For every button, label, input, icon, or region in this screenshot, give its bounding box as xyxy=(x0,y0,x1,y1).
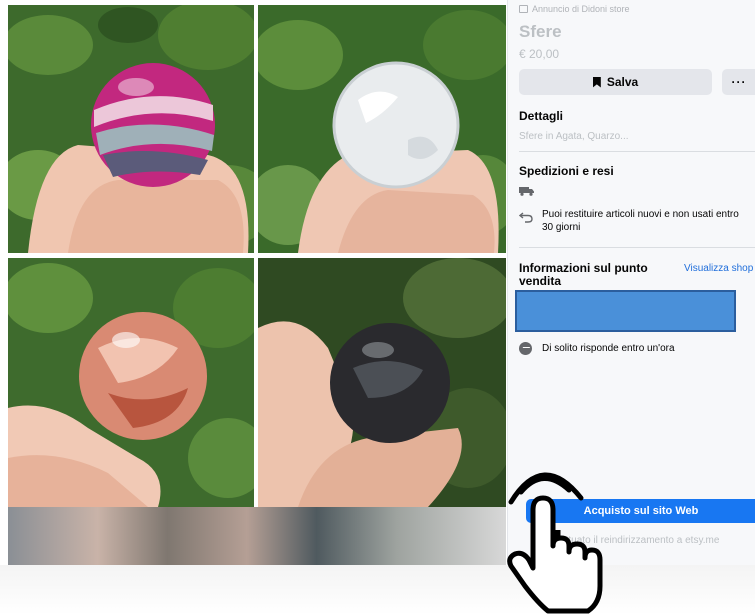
product-photo-red-quartz-sphere[interactable] xyxy=(8,258,254,507)
save-button-label: Salva xyxy=(606,75,639,89)
redacted-seller-info xyxy=(515,290,736,332)
bookmark-icon xyxy=(592,76,601,88)
product-photo-pink-agate-sphere[interactable] xyxy=(8,5,254,253)
return-arrow-icon xyxy=(519,212,533,223)
product-photo-black-sphere[interactable] xyxy=(258,258,506,507)
response-time-text: Di solito risponde entro un'ora xyxy=(542,343,675,354)
truck-icon xyxy=(519,187,534,196)
listing-price: € 20,00 xyxy=(519,47,560,61)
section-divider xyxy=(519,151,755,152)
messenger-icon xyxy=(519,342,532,355)
blurred-thumbnail-strip xyxy=(8,507,506,565)
more-options-button[interactable]: ··· xyxy=(722,69,755,95)
view-shop-link[interactable]: Visualizza shop xyxy=(684,263,753,274)
hand-pointer-icon xyxy=(507,472,603,614)
store-icon xyxy=(519,5,528,13)
details-text[interactable]: Sfere in Agata, Quarzo... xyxy=(519,131,629,142)
seller-line: Annuncio di Didoni store xyxy=(519,4,630,14)
product-image-collage[interactable] xyxy=(8,5,506,507)
returns-policy-text: Puoi restituire articoli nuovi e non usa… xyxy=(542,209,739,233)
store-info-heading: Informazioni sul punto vendita xyxy=(519,261,648,288)
product-photo-clear-quartz-sphere[interactable] xyxy=(258,5,506,253)
save-button[interactable]: Salva xyxy=(519,69,712,95)
seller-line-text: Annuncio di Didoni store xyxy=(532,4,630,14)
section-divider xyxy=(519,247,755,248)
listing-title: Sfere xyxy=(519,22,562,41)
details-heading: Dettagli xyxy=(519,109,564,123)
page-bottom-fade xyxy=(0,565,755,615)
shipping-heading: Spedizioni e resi xyxy=(519,164,614,178)
